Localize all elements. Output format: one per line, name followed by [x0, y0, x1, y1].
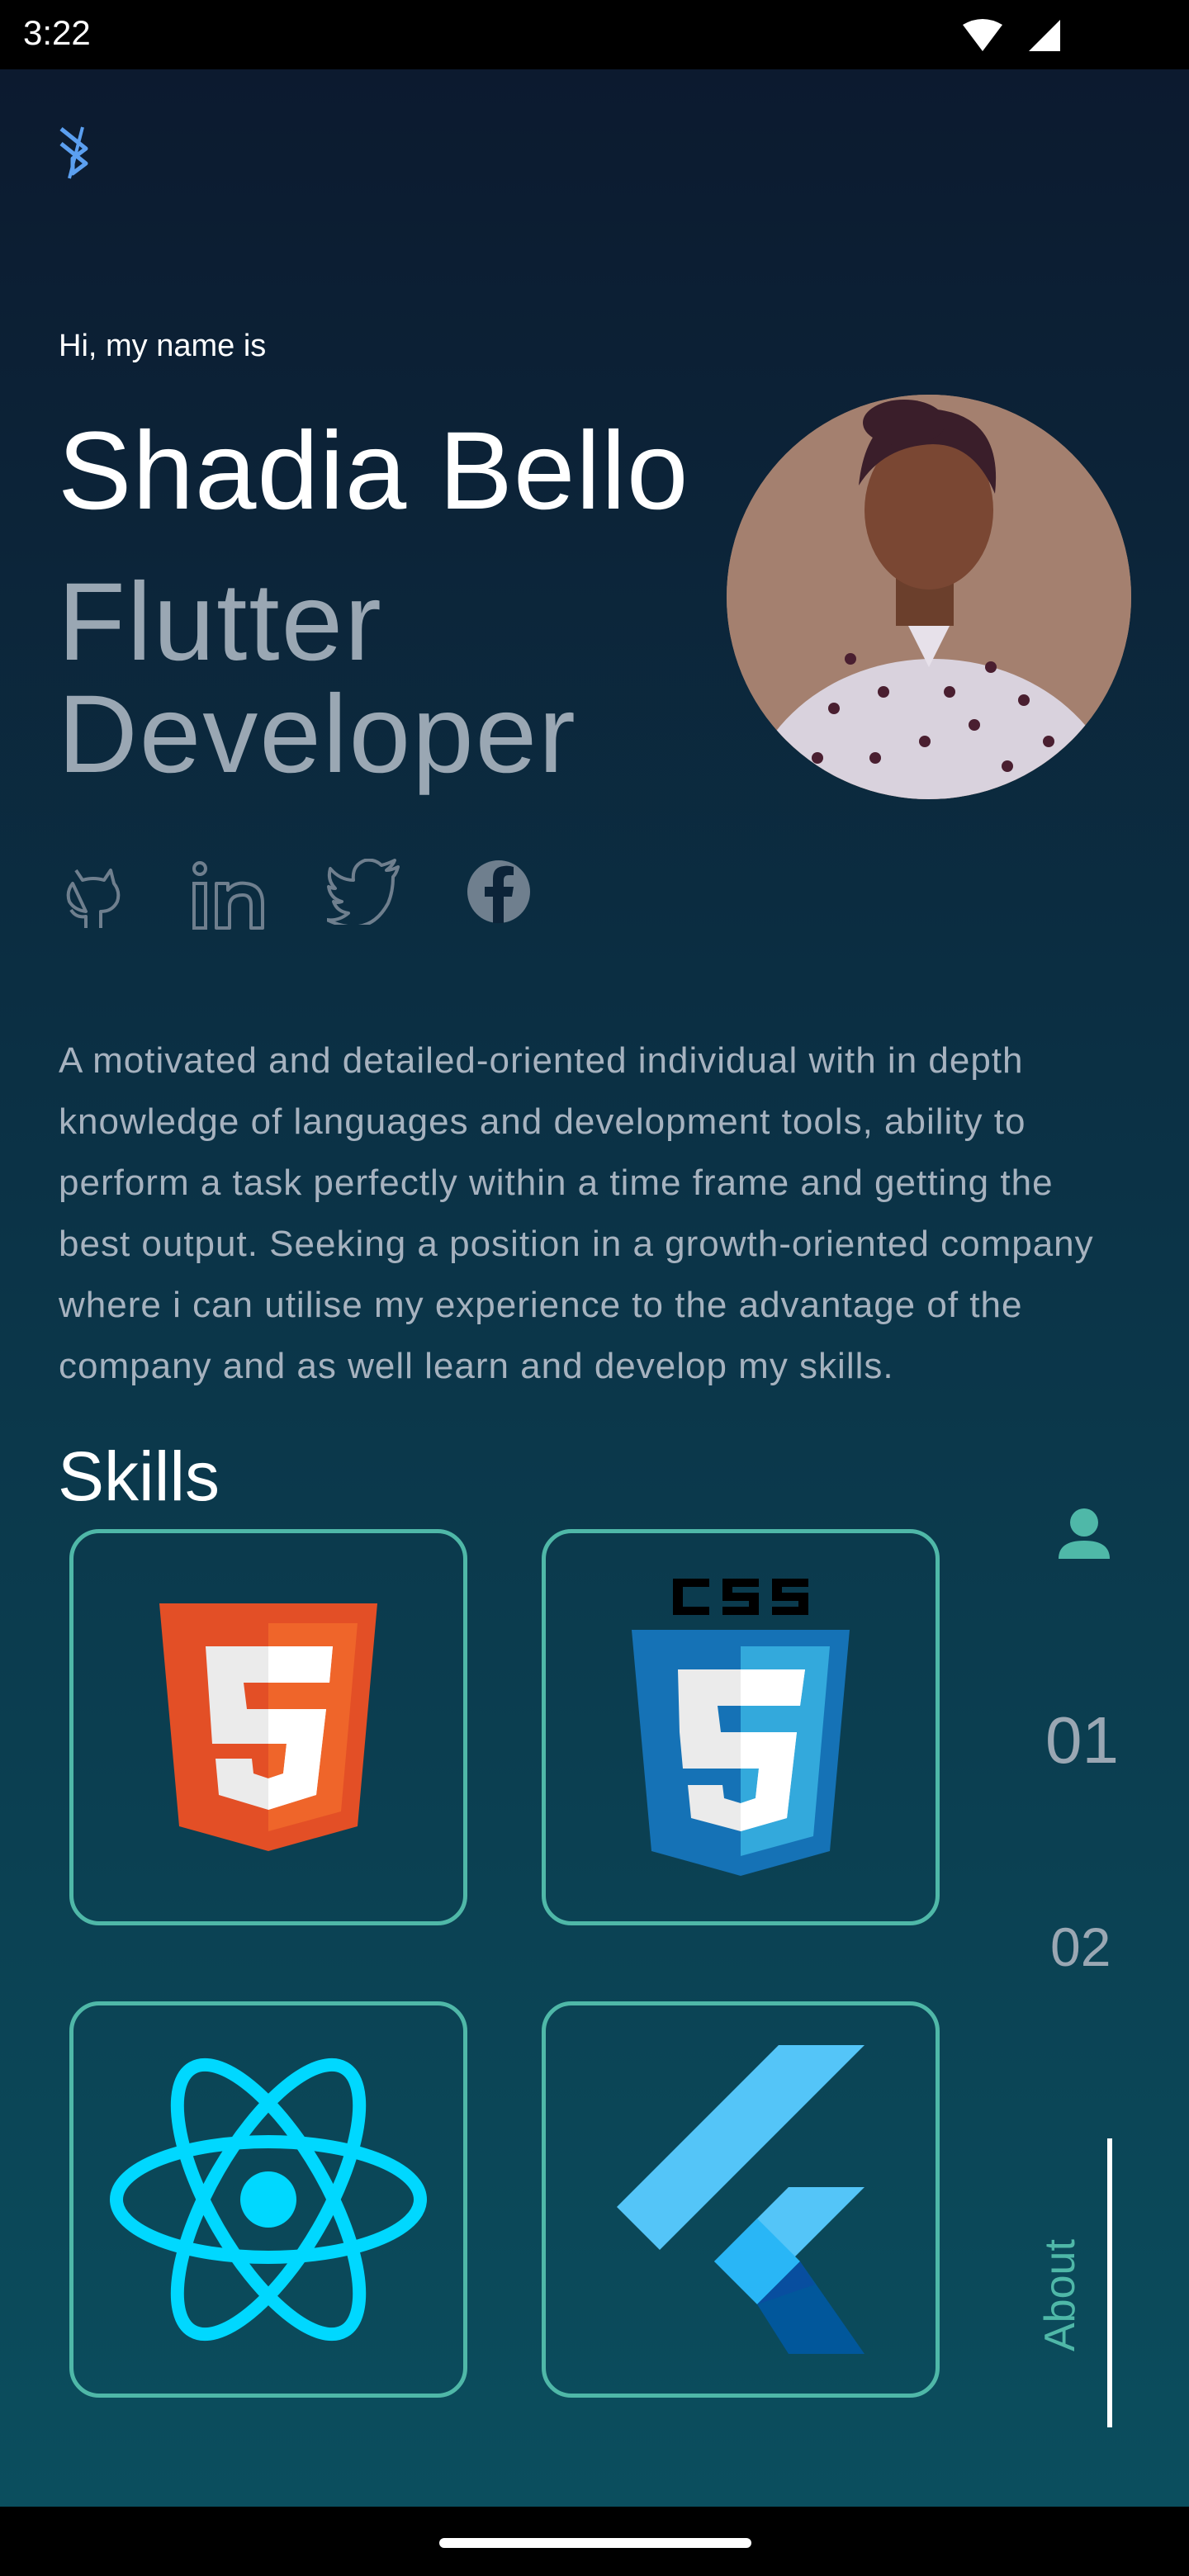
- flutter-icon: [617, 2045, 865, 2354]
- portfolio-page: Hi, my name is Shadia Bello Flutter Deve…: [0, 69, 1189, 2507]
- bio-text: A motivated and detailed-oriented indivi…: [59, 1040, 1094, 1386]
- system-nav-bar: [0, 2507, 1189, 2576]
- wifi-icon: [963, 19, 1002, 51]
- skill-card-flutter[interactable]: [542, 2001, 940, 2398]
- status-time: 3:22: [23, 13, 91, 52]
- skill-card-css3[interactable]: [542, 1529, 940, 1925]
- side-nav-02[interactable]: 02: [1050, 1915, 1111, 1978]
- home-indicator[interactable]: [439, 2538, 751, 2548]
- side-nav-about[interactable]: About: [1035, 2239, 1085, 2351]
- app-logo-icon[interactable]: [53, 121, 97, 185]
- side-nav-indicator: [1107, 2138, 1112, 2427]
- screen: 3:22 Hi, my name is Shadia Bello Flutter…: [0, 0, 1189, 2576]
- css3-icon: [632, 1579, 850, 1876]
- greeting-text: Hi, my name is: [59, 329, 267, 363]
- status-bar: 3:22: [0, 0, 1189, 69]
- side-nav-01[interactable]: 01: [1045, 1702, 1119, 1778]
- person-icon[interactable]: [1055, 1504, 1113, 1565]
- react-icon: [110, 2057, 427, 2342]
- role-heading: Flutter Developer: [58, 561, 577, 796]
- avatar: [727, 395, 1131, 799]
- status-icons: [959, 18, 1067, 58]
- linkedin-icon[interactable]: [190, 859, 269, 936]
- skills-heading: Skills: [58, 1437, 220, 1515]
- skill-card-html5[interactable]: [69, 1529, 467, 1925]
- github-icon[interactable]: [58, 859, 129, 936]
- cellular-signal-icon: [1029, 20, 1060, 51]
- html5-icon: [159, 1603, 377, 1851]
- skill-card-react[interactable]: [69, 2001, 467, 2398]
- facebook-icon[interactable]: [466, 859, 532, 928]
- twitter-icon[interactable]: [325, 858, 401, 929]
- name-heading: Shadia Bello: [58, 410, 689, 533]
